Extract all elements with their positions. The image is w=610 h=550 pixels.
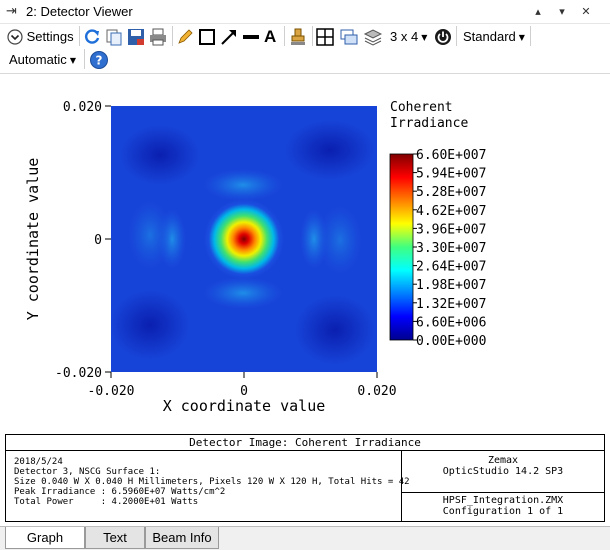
style-dropdown[interactable]: Standard ▼	[463, 26, 525, 48]
detector-plot: -0.020 0 0.020 0.020 0 -0.020 X coordina…	[24, 100, 486, 415]
info-line: Detector 3, NSCG Surface 1:	[14, 467, 161, 477]
caret-down-icon: ▼	[69, 55, 76, 65]
y-tick-label: -0.020	[55, 366, 102, 381]
info-line: Total Power : 4.2000E+01 Watts	[14, 497, 199, 507]
color-bar-tick-label: 6.60E+007	[416, 148, 486, 163]
configuration-label: Configuration 1 of 1	[442, 506, 564, 517]
copy-icon[interactable]	[104, 27, 124, 47]
peak-irradiance-spot	[204, 199, 284, 279]
color-bar-tick-label: 0.00E+000	[416, 334, 486, 349]
side-lobe	[203, 277, 283, 309]
color-bar-tick-label: 2.64E+007	[416, 260, 486, 275]
x-tick-label: -0.020	[88, 384, 135, 399]
title-bar: ⇥ 2: Detector Viewer ▴ ▾ ✕	[0, 0, 610, 24]
layout-dropdown[interactable]: 3 x 4 ▼	[390, 26, 427, 48]
power-icon[interactable]	[433, 27, 453, 47]
style-label: Standard	[463, 29, 516, 44]
window-title: 2: Detector Viewer	[26, 4, 133, 19]
caret-down-icon: ▼	[421, 32, 428, 42]
grid-icon[interactable]	[315, 27, 335, 47]
print-icon[interactable]	[148, 27, 168, 47]
color-bar-tick-label: 3.96E+007	[416, 222, 486, 237]
info-line: Size 0.040 W X 0.040 H Millimeters, Pixe…	[14, 477, 410, 487]
help-icon[interactable]: ?	[89, 50, 109, 70]
automatic-dropdown[interactable]: Automatic ▼	[9, 49, 76, 71]
color-bar-tick-label: 3.30E+007	[416, 241, 486, 256]
file-name: HPSF_Integration.ZMX	[442, 495, 564, 506]
tab-bar: Graph Text Beam Info	[0, 526, 610, 550]
color-bar-tick-label: 5.28E+007	[416, 185, 486, 200]
y-tick-label: 0.020	[63, 100, 102, 115]
pencil-icon[interactable]	[175, 27, 195, 47]
color-bar	[389, 153, 414, 341]
info-details: 2018/5/24 Detector 3, NSCG Surface 1: Si…	[14, 457, 410, 507]
color-bar-tick-label: 5.94E+007	[416, 167, 486, 182]
tab-beam-info[interactable]: Beam Info	[145, 527, 219, 549]
chevron-down-circle-icon	[7, 28, 23, 45]
rectangle-icon[interactable]	[197, 27, 217, 47]
color-bar-tick-label: 1.32E+007	[416, 297, 486, 312]
tab-graph[interactable]: Graph	[5, 527, 85, 549]
legend-title-line: Irradiance	[390, 116, 468, 131]
automatic-label: Automatic	[9, 52, 67, 67]
vendor-name: Zemax	[487, 455, 519, 466]
arrow-icon[interactable]	[219, 27, 239, 47]
refresh-icon[interactable]	[82, 27, 102, 47]
legend-title-line: Coherent	[390, 100, 453, 115]
color-bar-tick-label: 1.98E+007	[416, 278, 486, 293]
color-bar-ticks: 6.60E+007 5.94E+007 5.28E+007 4.62E+007 3.96…	[413, 148, 486, 349]
color-bar-tick-label: 6.60E+006	[416, 315, 486, 330]
save-icon[interactable]	[126, 27, 146, 47]
y-tick-label: 0	[94, 233, 102, 248]
window-close-icon[interactable]: ✕	[576, 3, 596, 21]
pin-icon[interactable]: ⇥	[6, 4, 20, 20]
info-line: Peak Irradiance : 6.5960E+07 Watts/cm^2	[14, 487, 226, 497]
svg-text:?: ?	[96, 54, 103, 68]
window-menu-icon[interactable]: ▾	[552, 3, 572, 21]
caret-down-icon: ▼	[518, 32, 525, 42]
layout-label: 3 x 4	[390, 29, 419, 44]
y-axis-label: Y coordinate value	[24, 158, 42, 321]
settings-label: Settings	[26, 29, 74, 44]
color-bar-tick-label: 4.62E+007	[416, 204, 486, 219]
x-axis-label: X coordinate value	[163, 397, 326, 415]
product-name: OpticStudio 14.2 SP3	[442, 466, 564, 477]
line-icon[interactable]	[241, 27, 261, 47]
info-panel: Detector Image: Coherent Irradiance 2018…	[5, 434, 605, 522]
stamp-icon[interactable]	[288, 27, 308, 47]
layers-icon[interactable]	[363, 27, 383, 47]
info-header: Detector Image: Coherent Irradiance	[6, 435, 604, 451]
settings-button[interactable]: Settings	[7, 26, 74, 48]
product-info: Zemax OpticStudio 14.2 SP3	[402, 455, 604, 477]
info-line: 2018/5/24	[14, 457, 63, 467]
file-info: HPSF_Integration.ZMX Configuration 1 of …	[402, 495, 604, 517]
x-tick-label: 0.020	[357, 384, 396, 399]
tab-text[interactable]: Text	[85, 527, 145, 549]
side-lobe	[203, 169, 283, 201]
toolbar: Settings A 3 x 4 ▼ Standard ▼ Automatic …	[0, 24, 610, 74]
text-tool-icon[interactable]: A	[264, 26, 276, 48]
window-up-icon[interactable]: ▴	[528, 3, 548, 21]
windows-icon[interactable]	[339, 27, 359, 47]
